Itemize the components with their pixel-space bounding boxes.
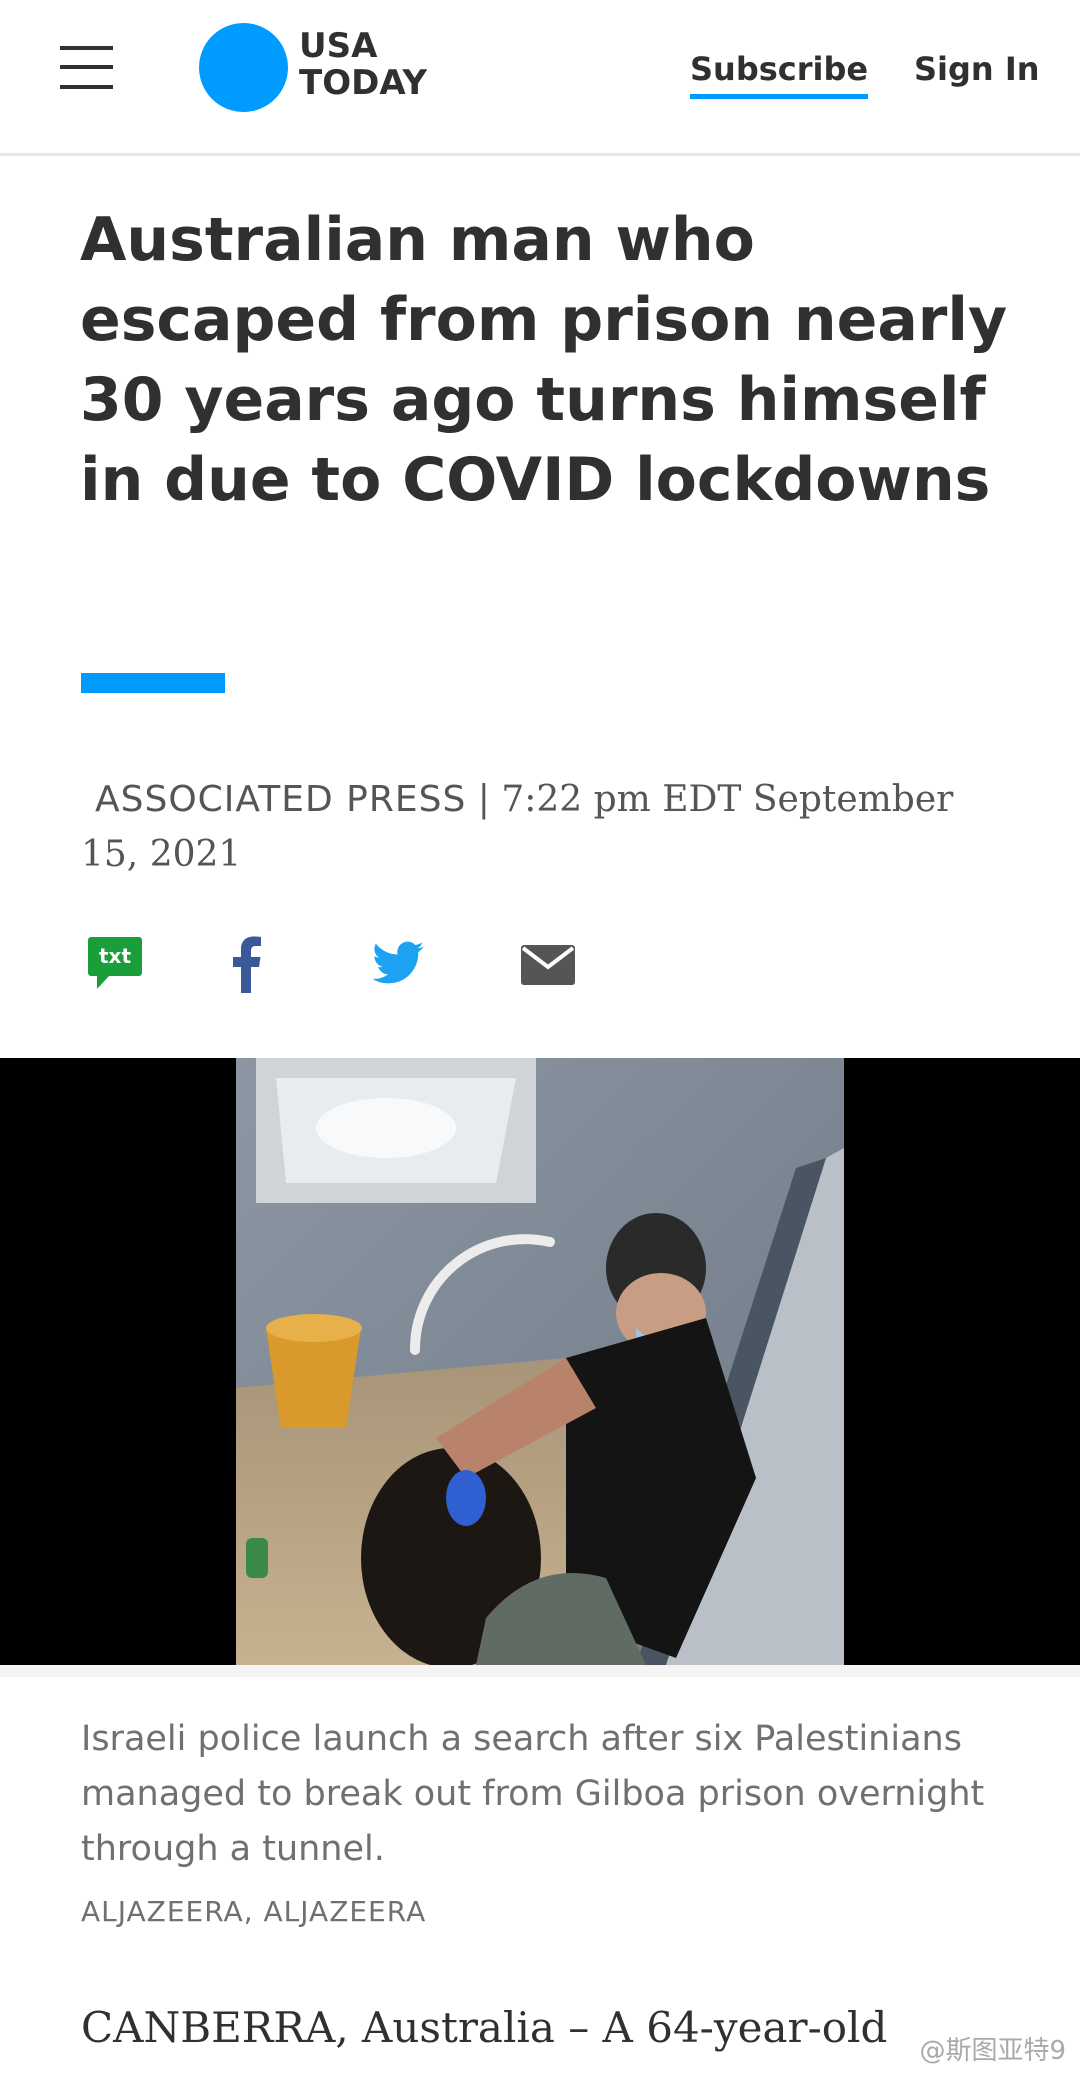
- headline-accent-bar: [81, 673, 225, 693]
- byline: ASSOCIATED PRESS | 7:22 pm EDT September…: [81, 772, 1021, 882]
- byline-source: ASSOCIATED PRESS: [95, 779, 467, 820]
- loading-spinner-icon: [409, 1234, 555, 1355]
- facebook-icon[interactable]: [232, 935, 262, 993]
- txt-share-icon[interactable]: txt: [87, 935, 143, 993]
- twitter-icon[interactable]: [370, 935, 426, 993]
- brand-line-2: TODAY: [299, 63, 427, 103]
- menu-icon[interactable]: [60, 46, 113, 89]
- sign-in-link[interactable]: Sign In: [914, 50, 1040, 88]
- watermark: @斯图亚特9: [919, 2036, 1066, 2066]
- media-credit: ALJAZEERA, ALJAZEERA: [81, 1895, 427, 1928]
- site-header: USA TODAY Subscribe Sign In: [0, 0, 1080, 156]
- txt-share-label: txt: [99, 944, 131, 968]
- subscribe-link[interactable]: Subscribe: [690, 50, 869, 99]
- media-caption: Israeli police launch a search after six…: [81, 1719, 985, 1869]
- brand-line-1: USA: [299, 26, 378, 66]
- article-body-first-line: CANBERRA, Australia – A 64-year-old: [81, 2003, 888, 2052]
- caption-divider: [0, 1665, 1080, 1677]
- usa-today-logo[interactable]: [199, 23, 288, 112]
- article-headline: Australian man who escaped from prison n…: [80, 205, 1008, 515]
- byline-separator: |: [466, 779, 502, 820]
- mail-icon[interactable]: [520, 935, 576, 993]
- brand-wordmark[interactable]: USA TODAY: [299, 28, 427, 102]
